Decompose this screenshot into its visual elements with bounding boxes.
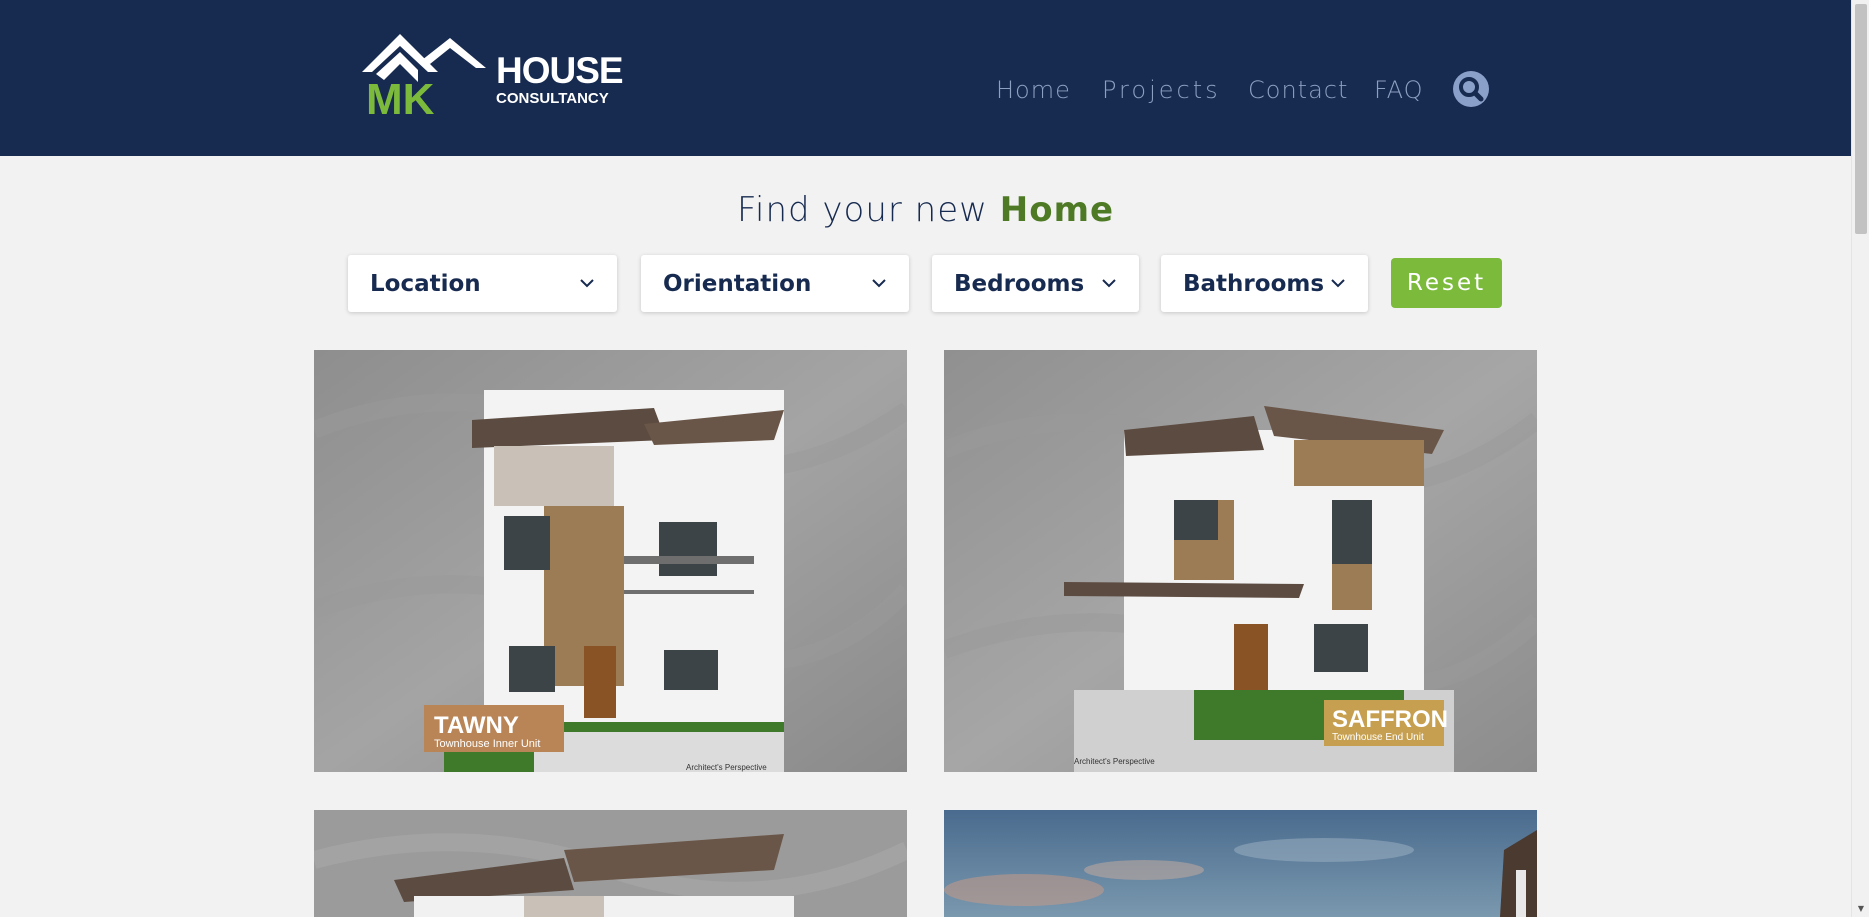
reset-button[interactable]: Reset [1391,258,1502,308]
listing-card-saffron[interactable]: SAFFRON Townhouse End Unit Architect's P… [944,350,1537,772]
bathrooms-dropdown[interactable]: Bathrooms [1161,255,1368,312]
listing-card-3[interactable] [314,810,907,917]
chevron-down-icon [872,279,886,288]
listing-name: TAWNY [434,712,519,739]
page-title-highlight: Home [999,190,1115,230]
listing-subtitle: Townhouse End Unit [1332,732,1424,743]
orientation-dropdown[interactable]: Orientation [641,255,909,312]
search-icon [1459,77,1484,102]
page-title: Find your new Home [0,190,1851,230]
nav-home[interactable]: Home [996,76,1071,104]
listing-subtitle: Townhouse Inner Unit [434,738,540,750]
listing-caption: Architect's Perspective [1074,757,1155,766]
listing-card-tawny[interactable]: TAWNY Townhouse Inner Unit Architect's P… [314,350,907,772]
brand-name: HOUSE [496,50,624,91]
location-dropdown[interactable]: Location [348,255,617,312]
house-rendering-image: SAFFRON Townhouse End Unit Architect's P… [944,350,1537,772]
listing-caption: Architect's Perspective [686,763,767,772]
scroll-down-icon[interactable]: ▼ [1856,905,1866,913]
brand-tagline: CONSULTANCY [496,90,609,107]
chevron-down-icon [1331,279,1345,288]
chevron-down-icon [1102,279,1116,288]
bedrooms-dropdown[interactable]: Bedrooms [932,255,1139,312]
nav-projects[interactable]: Projects [1102,76,1221,104]
nav-contact[interactable]: Contact [1248,76,1348,104]
page-title-prefix: Find your new [736,190,1000,230]
orientation-dropdown-label: Orientation [663,271,812,297]
search-button[interactable] [1453,71,1489,107]
house-rendering-image [944,810,1537,917]
chevron-down-icon [580,279,594,288]
scrollbar-thumb[interactable] [1855,4,1867,234]
house-logo-icon: MK [362,34,486,124]
brand-logo[interactable]: MK HOUSE CONSULTANCY [356,30,624,124]
bathrooms-dropdown-label: Bathrooms [1183,271,1325,297]
page-scrollbar[interactable]: ▼ [1851,0,1869,917]
nav-faq[interactable]: FAQ [1374,76,1424,104]
listing-card-4[interactable] [944,810,1537,917]
bedrooms-dropdown-label: Bedrooms [954,271,1085,297]
house-rendering-image: TAWNY Townhouse Inner Unit Architect's P… [314,350,907,772]
site-header: MK HOUSE CONSULTANCY Home Projects Conta… [0,0,1851,156]
house-rendering-image [314,810,907,917]
location-dropdown-label: Location [370,271,481,297]
svg-text:MK: MK [366,75,435,120]
listing-name: SAFFRON [1332,706,1448,733]
